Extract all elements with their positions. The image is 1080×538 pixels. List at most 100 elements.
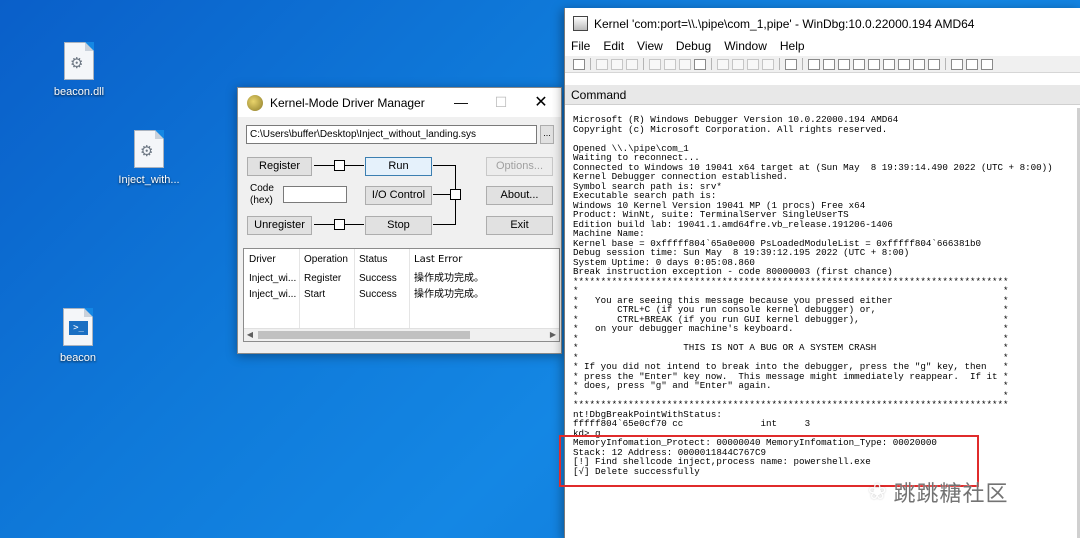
registers-window-icon[interactable] [853, 58, 865, 70]
io-control-button[interactable]: I/O Control [365, 186, 432, 205]
watch-window-icon[interactable] [823, 58, 835, 70]
column-header[interactable]: Operation [299, 249, 354, 271]
minimize-button[interactable]: — [441, 88, 481, 117]
about-button[interactable]: About... [486, 186, 553, 205]
paste-icon[interactable] [626, 58, 638, 70]
unregister-checkbox [334, 219, 345, 230]
menu-window[interactable]: Window [724, 39, 767, 56]
disassembly-icon[interactable] [898, 58, 910, 70]
desktop-icon-beacon-ps1[interactable]: >_ beacon [33, 308, 123, 364]
toolbar-separator [643, 58, 644, 70]
horizontal-scrollbar[interactable]: ◀ ▶ [244, 328, 559, 341]
connector-line [314, 165, 334, 166]
desktop-icon-label: beacon [59, 352, 97, 364]
connector-line [314, 224, 334, 225]
source-mode-icon[interactable] [951, 58, 963, 70]
connector-line [433, 165, 455, 166]
cell-status: Success [359, 273, 397, 284]
scroll-right-icon[interactable]: ▶ [547, 329, 559, 341]
desktop-icon-beacon-dll[interactable]: ⚙ beacon.dll [34, 42, 124, 98]
processes-threads-icon[interactable] [928, 58, 940, 70]
toolbar-separator [590, 58, 591, 70]
code-label-text: Code (hex) [250, 183, 274, 206]
table-row[interactable]: Inject_wi... Register Success 操作成功完成。 [244, 271, 559, 287]
toolbar-separator [802, 58, 803, 70]
gear-file-icon: ⚙ [134, 130, 164, 168]
options-icon[interactable] [981, 58, 993, 70]
desktop-icon-inject-sys[interactable]: ⚙ Inject_with... [104, 130, 194, 186]
connector-line [433, 224, 455, 225]
restart-icon[interactable] [664, 58, 676, 70]
output-line: fffff804`65e0cf70 cc int 3 [573, 418, 811, 429]
windbg-title: Kernel 'com:port=\\.\pipe\com_1,pipe' - … [594, 16, 975, 31]
scroll-left-icon[interactable]: ◀ [244, 329, 256, 341]
scratch-pad-icon[interactable] [913, 58, 925, 70]
desktop-icon-label: Inject_with... [118, 174, 180, 186]
go-icon[interactable] [649, 58, 661, 70]
cell-operation: Register [304, 273, 342, 284]
register-checkbox [334, 160, 345, 171]
code-hex-label: Code (hex) [250, 183, 274, 207]
copy-icon[interactable] [611, 58, 623, 70]
run-to-cursor-icon[interactable] [762, 58, 774, 70]
operation-log-table: Driver Operation Status Last Error Injec… [243, 248, 560, 342]
hand-icon[interactable] [785, 58, 797, 70]
watermark-text: 跳跳糖社区 [893, 482, 1009, 507]
unregister-button[interactable]: Unregister [247, 216, 312, 235]
kmdm-window: Kernel-Mode Driver Manager — ☐ ✕ C:\User… [237, 87, 562, 354]
watermark: ❀ 跳跳糖社区 [868, 476, 1008, 508]
stop-debugging-icon[interactable] [679, 58, 691, 70]
connector-line [345, 165, 364, 166]
toolbar-separator [779, 58, 780, 70]
stop-button[interactable]: Stop [365, 216, 432, 235]
kmdm-titlebar[interactable]: Kernel-Mode Driver Manager — ☐ ✕ [238, 88, 561, 117]
command-window-icon[interactable] [808, 58, 820, 70]
cell-driver: Inject_wi... [249, 289, 297, 300]
table-row[interactable]: Inject_wi... Start Success 操作成功完成。 [244, 287, 559, 303]
font-icon[interactable] [966, 58, 978, 70]
cell-last-error: 操作成功完成。 [414, 273, 484, 284]
call-stack-icon[interactable] [883, 58, 895, 70]
open-source-icon[interactable] [573, 58, 585, 70]
wechat-icon: ❀ [868, 479, 888, 505]
register-button[interactable]: Register [247, 157, 312, 176]
menu-help[interactable]: Help [780, 39, 805, 56]
output-line: Edition build lab: 19041.1.amd64fre.vb_r… [573, 218, 893, 230]
cut-icon[interactable] [596, 58, 608, 70]
cell-driver: Inject_wi... [249, 273, 297, 284]
memory-window-icon[interactable] [868, 58, 880, 70]
cell-operation: Start [304, 289, 326, 300]
cell-status: Success [359, 289, 397, 300]
table-header: Driver Operation Status Last Error [244, 249, 559, 271]
column-header[interactable]: Status [354, 249, 409, 271]
menu-view[interactable]: View [637, 39, 663, 56]
windbg-app-icon [573, 16, 588, 31]
break-icon[interactable] [694, 58, 706, 70]
exit-button[interactable]: Exit [486, 216, 553, 235]
scrollbar-thumb[interactable] [258, 331, 470, 339]
step-into-icon[interactable] [717, 58, 729, 70]
step-out-icon[interactable] [747, 58, 759, 70]
windbg-menubar: File Edit View Debug Window Help [565, 39, 1080, 56]
options-button[interactable]: Options... [486, 157, 553, 176]
column-header[interactable]: Driver [244, 249, 299, 271]
toolbar-separator [711, 58, 712, 70]
connector-line [345, 224, 364, 225]
maximize-button[interactable]: ☐ [481, 88, 521, 117]
run-button[interactable]: Run [365, 157, 432, 176]
kmdm-title: Kernel-Mode Driver Manager [270, 95, 425, 110]
menu-edit[interactable]: Edit [603, 39, 624, 56]
code-hex-input[interactable] [283, 186, 347, 203]
step-over-icon[interactable] [732, 58, 744, 70]
driver-path-input[interactable]: C:\Users\buffer\Desktop\Inject_without_l… [246, 125, 537, 144]
toolbar-separator [945, 58, 946, 70]
gear-file-icon: ⚙ [64, 42, 94, 80]
browse-button[interactable]: ... [540, 125, 554, 144]
close-button[interactable]: ✕ [521, 88, 561, 117]
column-header[interactable]: Last Error [409, 249, 559, 271]
menu-debug[interactable]: Debug [676, 39, 711, 56]
menu-file[interactable]: File [571, 39, 590, 56]
locals-window-icon[interactable] [838, 58, 850, 70]
command-pane-header: Command [565, 85, 1080, 105]
windbg-titlebar[interactable]: Kernel 'com:port=\\.\pipe\com_1,pipe' - … [565, 8, 1080, 39]
